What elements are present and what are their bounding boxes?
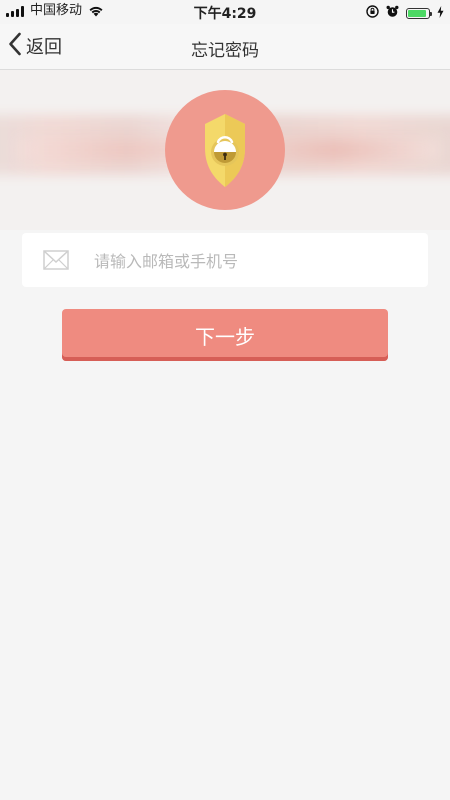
mail-icon [43,250,69,274]
battery-fill [408,10,427,17]
alarm-icon [386,5,399,22]
shield-lock-icon [165,90,285,210]
battery-icon [406,8,432,19]
next-button[interactable]: 下一步 [62,309,388,361]
charging-icon [437,5,444,22]
account-input[interactable] [92,243,416,279]
status-bar: 中国移动 下午4:29 [0,0,450,24]
nav-bar: 返回 忘记密码 [0,24,450,70]
account-field [22,233,428,287]
page-title: 忘记密码 [191,41,259,61]
orientation-lock-icon [366,5,379,22]
header-banner [0,70,450,230]
status-right [366,5,444,22]
